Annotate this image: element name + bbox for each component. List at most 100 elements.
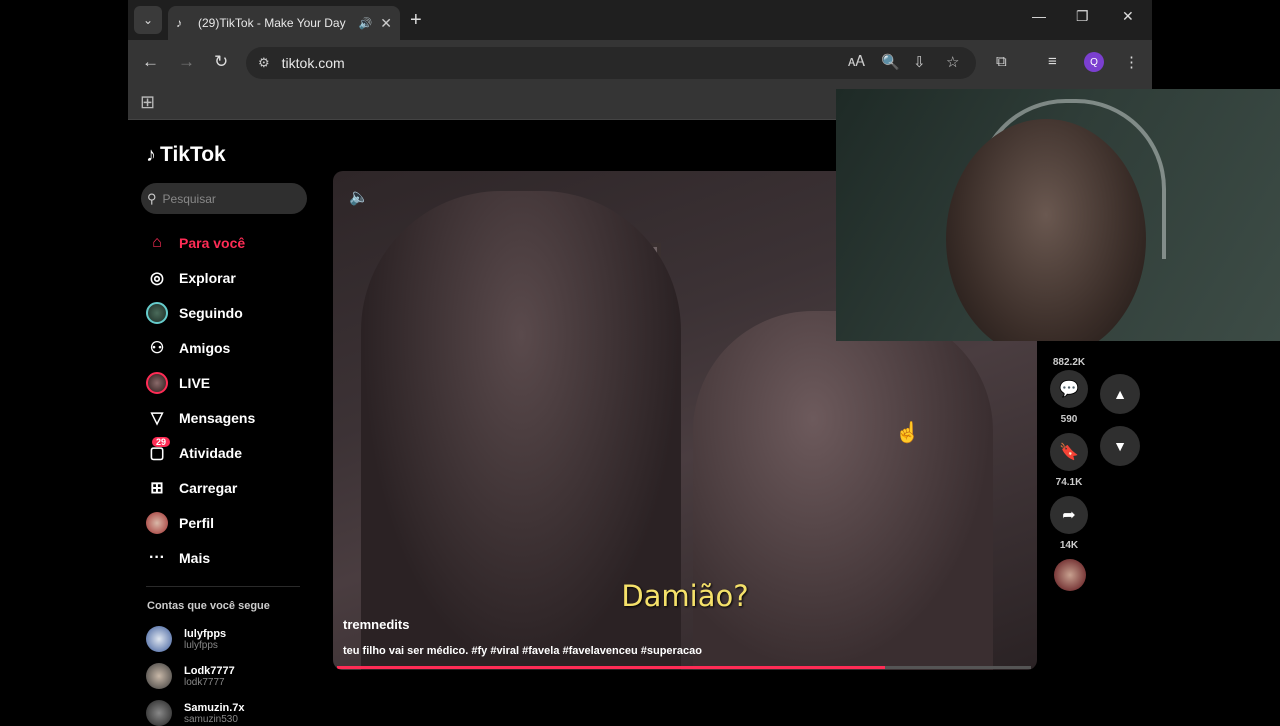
video-caption: teu filho vai ser médico. #fy #viral #fa… [343, 645, 702, 657]
sidebar-menu: ⌂ Para você ◎ Explorar Seguindo ⚇ Amigos… [146, 225, 255, 575]
sidebar-item-mais[interactable]: ··· Mais [146, 540, 255, 575]
video-progress-fill [337, 666, 886, 669]
share-icon[interactable]: ➦ [1050, 496, 1088, 534]
account-name: Lodk7777 [184, 664, 235, 677]
close-tab-icon[interactable]: ✕ [380, 15, 392, 32]
sidebar-item-label: Mais [179, 549, 211, 566]
previous-video-button[interactable]: ▲ [1100, 374, 1140, 414]
live-avatar-icon [146, 371, 168, 394]
tiktok-logo[interactable]: ♪ TikTok [146, 143, 226, 167]
new-tab-button[interactable]: + [410, 8, 422, 32]
send-icon: ▽ [150, 409, 164, 427]
sidebar-item-label: Mensagens [179, 409, 256, 426]
following-account[interactable]: Lodk7777 lodk7777 [146, 663, 235, 689]
account-name: Samuzin.7x [184, 701, 245, 714]
apps-grid-icon[interactable]: ⊞ [140, 92, 155, 113]
following-account[interactable]: Samuzin.7x samuzin530 [146, 700, 245, 726]
extensions-icon[interactable]: ⧉ [996, 53, 1007, 70]
profile-avatar-icon [146, 511, 168, 534]
tab-search-button[interactable]: ⌄ [134, 6, 162, 34]
search-placeholder: Pesquisar [162, 191, 216, 206]
translate-icon[interactable]: 🗚 [848, 53, 865, 70]
like-count: 882.2K [1052, 357, 1086, 368]
sidebar-item-label: Para você [179, 234, 246, 251]
comment-action[interactable]: 💬 590 [1050, 370, 1088, 425]
browser-toolbar: ← → ↻ ⚙ tiktok.com 🗚 🔍 ⇩ ☆ ⧉ ≡ Q ⋮ [128, 40, 1152, 86]
avatar [146, 700, 172, 726]
volume-icon[interactable]: 🔈 [349, 187, 369, 207]
account-handle: samuzin530 [184, 713, 238, 725]
sidebar-item-label: Perfil [179, 514, 215, 531]
forward-button[interactable]: → [178, 52, 195, 72]
sidebar-item-label: LIVE [179, 374, 211, 391]
share-count: 14K [1059, 540, 1079, 551]
share-action[interactable]: ➦ 14K [1050, 496, 1088, 551]
sidebar-item-amigos[interactable]: ⚇ Amigos [146, 330, 255, 365]
tab-title: (29)TikTok - Make Your Day [198, 16, 346, 30]
account-name: lulyfpps [184, 627, 227, 640]
save-count: 74.1K [1055, 477, 1083, 488]
sidebar-item-label: Carregar [179, 479, 238, 496]
video-author[interactable]: tremnedits [343, 617, 409, 632]
sidebar-item-label: Atividade [179, 444, 243, 461]
tiktok-note-icon: ♪ [146, 143, 156, 166]
comment-icon[interactable]: 💬 [1050, 370, 1088, 408]
next-video-button[interactable]: ▼ [1100, 426, 1140, 466]
sidebar-item-label: Seguindo [179, 304, 243, 321]
home-icon: ⌂ [152, 233, 162, 251]
sidebar-item-perfil[interactable]: Perfil [146, 505, 255, 540]
more-icon: ··· [149, 548, 165, 566]
tab-tiktok[interactable]: ♪ (29)TikTok - Make Your Day 🔊 ✕ [168, 6, 400, 40]
bookmark-icon[interactable]: 🔖 [1050, 433, 1088, 471]
upload-icon: ⊞ [150, 479, 164, 497]
account-handle: lodk7777 [184, 676, 225, 688]
tiktok-favicon-icon: ♪ [176, 16, 182, 30]
sidebar-item-seguindo[interactable]: Seguindo [146, 295, 255, 330]
menu-kebab-icon[interactable]: ⋮ [1124, 53, 1139, 71]
restore-icon[interactable]: ❐ [1076, 8, 1089, 25]
minimize-icon[interactable]: — [1032, 8, 1046, 24]
install-app-icon[interactable]: ⇩ [913, 53, 926, 71]
creator-avatar[interactable] [1054, 559, 1086, 591]
address-bar[interactable]: ⚙ tiktok.com [246, 47, 976, 79]
sidebar-item-label: Explorar [179, 269, 236, 286]
sidebar-item-para-voce[interactable]: ⌂ Para você [146, 225, 255, 260]
sidebar-item-carregar[interactable]: ⊞ Carregar [146, 470, 255, 505]
avatar [146, 626, 172, 652]
sidebar-item-atividade[interactable]: ▢ 29 Atividade [146, 435, 255, 470]
video-subtitle: Damião? [621, 579, 749, 613]
following-avatar-icon [146, 301, 168, 324]
following-account[interactable]: lulyfpps lulyfpps [146, 626, 226, 652]
friends-icon: ⚇ [149, 339, 165, 357]
avatar [146, 663, 172, 689]
back-button[interactable]: ← [142, 52, 159, 72]
compass-icon: ◎ [150, 269, 164, 287]
url-text: tiktok.com [281, 55, 345, 71]
sidebar-divider [146, 586, 300, 587]
mouse-cursor-icon: ☝ [895, 422, 920, 444]
sidebar-item-explorar[interactable]: ◎ Explorar [146, 260, 255, 295]
bookmark-star-icon[interactable]: ☆ [946, 53, 959, 71]
search-icon: ⚲ [147, 190, 157, 206]
tab-strip: ⌄ ♪ (29)TikTok - Make Your Day 🔊 ✕ + — ❐… [128, 0, 1152, 40]
close-window-icon[interactable]: ✕ [1122, 8, 1134, 25]
reload-button[interactable]: ↻ [214, 52, 228, 72]
following-section-title: Contas que você segue [147, 600, 270, 612]
logo-text: TikTok [160, 143, 226, 166]
activity-badge: 29 [152, 437, 171, 447]
sidebar-item-mensagens[interactable]: ▽ Mensagens [146, 400, 255, 435]
tab-audio-icon[interactable]: 🔊 [359, 17, 373, 30]
media-control-icon[interactable]: ≡ [1048, 53, 1057, 70]
like-count-block: 882.2K [1050, 351, 1088, 368]
search-input[interactable]: ⚲ Pesquisar [141, 183, 307, 214]
zoom-icon[interactable]: 🔍 [881, 53, 900, 71]
webcam-overlay [836, 89, 1280, 341]
save-action[interactable]: 🔖 74.1K [1050, 433, 1088, 488]
video-figure-woman [693, 311, 993, 670]
video-progress-bar[interactable] [337, 666, 1031, 669]
comment-count: 590 [1060, 414, 1078, 425]
site-info-icon[interactable]: ⚙ [258, 55, 270, 71]
sidebar-item-live[interactable]: LIVE [146, 365, 255, 400]
profile-avatar[interactable]: Q [1084, 52, 1104, 72]
sidebar-item-label: Amigos [179, 339, 231, 356]
